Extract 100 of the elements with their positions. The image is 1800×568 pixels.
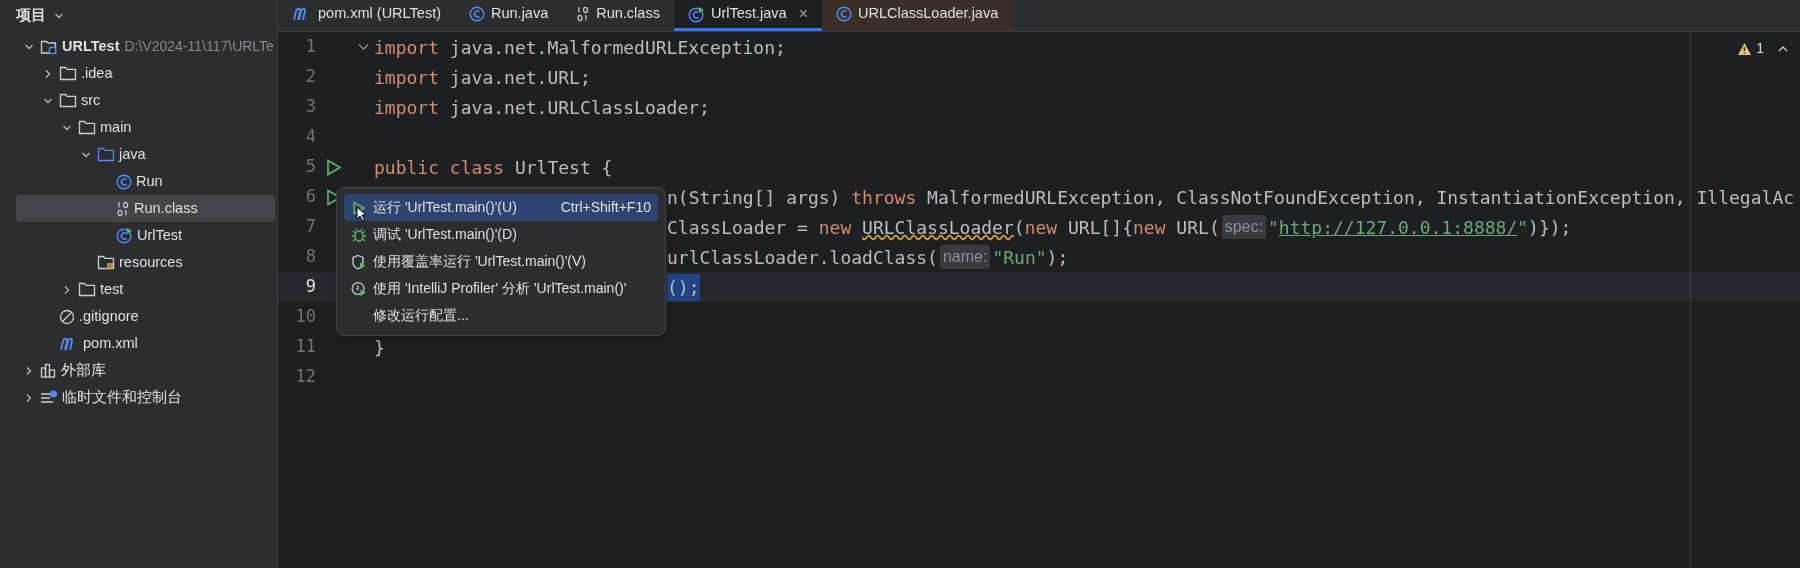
- class-icon: [836, 6, 852, 22]
- code-token: (: [1013, 215, 1025, 240]
- cursor-icon: [356, 206, 367, 222]
- line-number: 11: [294, 335, 316, 359]
- run-icon[interactable]: [326, 158, 342, 176]
- code-token: "Run": [992, 245, 1047, 270]
- binary-file-icon: [116, 200, 130, 217]
- editor-tab[interactable]: Run.java: [455, 0, 563, 31]
- chevron-right-icon[interactable]: [24, 365, 34, 376]
- line-number: 8: [304, 245, 316, 269]
- code-token: import: [374, 65, 440, 90]
- line-number: 6: [304, 185, 316, 209]
- code-token: URLClassLoader: [862, 215, 1014, 240]
- class-icon: [469, 6, 485, 22]
- code-token: URL[]{: [1067, 215, 1133, 240]
- close-button[interactable]: ×: [798, 2, 808, 26]
- line-number: 4: [304, 125, 316, 149]
- bug-icon: [351, 227, 367, 242]
- tree-item[interactable]: test: [16, 276, 275, 303]
- code-token: ClassLoader =: [667, 215, 809, 240]
- code-token: ": [1267, 215, 1279, 240]
- chevron-right-icon[interactable]: [24, 392, 34, 403]
- menu-item[interactable]: 调试 'UrlTest.main()'(D): [344, 221, 658, 248]
- resources-folder-icon: [97, 255, 115, 270]
- chevron-right-icon[interactable]: [43, 68, 53, 79]
- line-number: 5: [304, 155, 316, 179]
- code-token: );: [1046, 245, 1069, 270]
- clock-run-icon: [351, 280, 367, 297]
- folder-icon: [97, 147, 115, 162]
- tree-item[interactable]: UrlTest: [16, 222, 275, 249]
- tree-item[interactable]: .gitignore: [16, 303, 275, 330]
- code-token: ": [1517, 215, 1529, 240]
- warning-icon: [1737, 41, 1753, 56]
- menu-item[interactable]: 修改运行配置...: [344, 302, 658, 329]
- code-token: import: [374, 35, 440, 60]
- folder-icon: [78, 120, 96, 135]
- menu-item[interactable]: 运行 'UrlTest.main()'(U) Ctrl+Shift+F10: [344, 194, 658, 221]
- url-link[interactable]: http://127.0.0.1:8888/: [1278, 213, 1518, 241]
- tree-item[interactable]: Run.class: [16, 195, 275, 222]
- panel-title: 项目: [16, 6, 46, 26]
- code-token: new: [818, 215, 853, 240]
- folder-icon: [59, 66, 77, 81]
- tree-item[interactable]: 临时文件和控制台: [16, 384, 275, 411]
- editor-tab[interactable]: URLClassLoader.java: [822, 0, 1013, 31]
- shield-run-icon: [351, 253, 367, 270]
- module-folder-icon: [40, 38, 58, 55]
- tree-item[interactable]: resources: [16, 249, 275, 276]
- ignore-file-icon: [59, 308, 75, 325]
- parameter-hint: name:: [939, 245, 991, 269]
- code-token: java.net.MalformedURLException;: [448, 35, 786, 60]
- line-number: 1: [304, 35, 316, 59]
- class-icon: [116, 173, 132, 190]
- tree-item[interactable]: .idea: [16, 60, 275, 87]
- chevron-right-icon[interactable]: [62, 284, 72, 295]
- runnable-class-icon: [687, 5, 705, 23]
- menu-item[interactable]: 使用覆盖率运行 'UrlTest.main()'(V): [344, 248, 658, 275]
- tree-item[interactable]: Run: [16, 168, 275, 195]
- line-number: 12: [294, 365, 316, 389]
- code-token: URL(: [1175, 215, 1220, 240]
- tree-item[interactable]: pom.xml: [16, 330, 275, 357]
- parameter-hint: spec:: [1221, 215, 1266, 239]
- library-icon: [40, 363, 57, 378]
- code-token: new: [1133, 215, 1166, 240]
- code-token: java.net.URLClassLoader;: [448, 95, 710, 120]
- folder-icon: [59, 93, 77, 108]
- editor-tab[interactable]: pom.xml (URLTest): [278, 0, 455, 31]
- runnable-class-icon: [116, 227, 133, 244]
- fold-icon[interactable]: [357, 43, 369, 51]
- editor-tab[interactable]: UrlTest.java ×: [673, 0, 822, 31]
- code-token: n(String[] args): [667, 185, 842, 210]
- code-token: urlClassLoader.loadClass(: [667, 245, 938, 270]
- scratch-file-icon: [40, 389, 58, 406]
- code-token: ();: [667, 273, 700, 301]
- line-number: 7: [304, 215, 316, 239]
- binary-file-icon: [576, 6, 591, 22]
- tree-item[interactable]: src: [16, 87, 275, 114]
- warning-indicator[interactable]: 1: [1737, 38, 1764, 59]
- code-token: MalformedURLException, ClassNotFoundException, InstantiationException, IllegalAc: [926, 185, 1795, 210]
- tree-item[interactable]: URLTest D:\V2024-11\117\URLTe: [16, 33, 275, 60]
- tree-item[interactable]: 外部库: [16, 357, 275, 384]
- code-token: new: [1024, 215, 1058, 240]
- chevron-down-icon[interactable]: [54, 11, 64, 21]
- tree-item[interactable]: main: [16, 114, 275, 141]
- code-token: import: [374, 95, 440, 120]
- code-token: public class: [374, 155, 505, 180]
- line-number: 2: [304, 65, 316, 89]
- code-token: }: [374, 335, 385, 360]
- code-token: )});: [1528, 215, 1572, 240]
- folder-icon: [78, 282, 96, 297]
- tree-item[interactable]: java: [16, 141, 275, 168]
- code-token: java.net.URL;: [448, 65, 591, 90]
- run-icon: [352, 200, 366, 215]
- code-token: UrlTest {: [513, 155, 613, 180]
- line-number: 3: [304, 95, 316, 119]
- chevron-up-icon[interactable]: [1778, 44, 1788, 53]
- editor-tab[interactable]: Run.class: [562, 0, 674, 31]
- code-token: throws: [851, 185, 917, 210]
- line-number: 10: [294, 305, 316, 329]
- line-number: 9: [304, 275, 316, 299]
- menu-item[interactable]: 使用 'IntelliJ Profiler' 分析 'UrlTest.main()': [344, 275, 658, 302]
